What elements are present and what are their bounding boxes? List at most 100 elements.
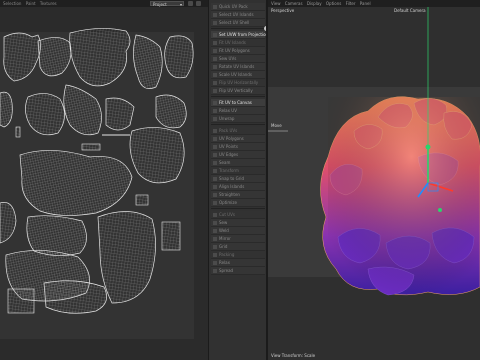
tool-item[interactable]: UV Edges [211,151,265,159]
tool-item[interactable]: UV Points [211,143,265,151]
uv-editor-panel: Selection Paint Textures Project ▾ [0,0,208,360]
tool-item[interactable]: Unwrap [211,115,265,123]
viewport-scene[interactable]: Perspective Default Camera Move View Tra… [268,7,480,360]
uv-island [69,28,131,87]
tool-item[interactable]: Fit UV Islands [211,39,265,47]
tool-item[interactable]: Scale UV Islands [211,71,265,79]
tool-item[interactable]: Align Islands [211,183,265,191]
tool-item[interactable]: Fit UV to Canvas [211,99,265,107]
uv-island [15,126,21,138]
tool-icon [213,177,217,181]
tool-item[interactable]: Relax [211,259,265,267]
status-text: View Transform: Scale [271,353,316,358]
tool-icon [213,269,217,273]
uv-island [3,32,41,82]
tool-item-label: Transform [219,168,239,173]
tool-item-label: Align Islands [219,184,245,189]
tool-item-label: Sew [219,220,228,225]
tool-item[interactable]: Rotate UV Islands [211,63,265,71]
tool-item[interactable]: Seam [211,159,265,167]
display-settings-icon[interactable] [196,1,201,6]
tool-icon [213,193,217,197]
tool-item[interactable]: Grid [211,243,265,251]
tool-item[interactable]: Relax UV [211,107,265,115]
tool-item[interactable]: Flip UV Horizontally [211,79,265,87]
uv-island [63,84,102,136]
tool-item-label: Fit UV Islands [219,40,246,45]
tool-item[interactable]: Weld [211,227,265,235]
tool-item[interactable]: Straighten [211,191,265,199]
uv-island [164,35,194,79]
tool-item-label: Weld [219,228,229,233]
tool-item-label: Optimize [219,200,237,205]
menu-textures[interactable]: Textures [40,0,57,7]
tool-item-label: Select UV Islands [219,12,254,17]
tool-item[interactable]: Quick UV Pack [211,3,265,11]
tool-icon [213,237,217,241]
tool-item[interactable]: Snap to Grid [211,175,265,183]
tool-item[interactable]: Transform [211,167,265,175]
tool-icon [213,73,217,77]
tool-item[interactable]: UV Polygons [211,135,265,143]
uv-island [26,215,87,256]
3d-viewport[interactable]: View Cameras Display Options Filter Pane… [268,0,480,360]
tool-item[interactable]: Mirror [211,235,265,243]
tool-icon [213,5,217,9]
menu-display[interactable]: Display [307,0,322,7]
menu-panel[interactable]: Panel [360,0,371,7]
tool-icon [213,101,217,105]
tool-icon [213,81,217,85]
uv-island [25,93,65,136]
tool-icon [213,57,217,61]
tool-icon [213,109,217,113]
tool-icon [213,89,217,93]
tool-item-label: Relax UV [219,108,237,113]
uv-canvas[interactable] [0,7,208,360]
tool-icon [213,229,217,233]
uv-island [129,127,185,184]
uv-island [155,94,187,129]
tool-separator [211,96,265,97]
tool-icon [213,129,217,133]
tool-item[interactable]: Sew UVs [211,55,265,63]
tool-item-label: Unwrap [219,116,235,121]
tool-item-label: UV Points [219,144,238,149]
uv-island [43,280,107,314]
tool-icon [213,169,217,173]
tool-item-label: UV Polygons [219,136,244,141]
tool-item-label: Flip UV Vertically [219,88,253,93]
tool-icon [213,161,217,165]
tool-separator [211,208,265,209]
uv-island [19,150,133,216]
tool-item-label: Relax [219,260,230,265]
tool-item[interactable]: Flip UV Vertically [211,87,265,95]
tool-item[interactable]: Select UV Islands [211,11,265,19]
tool-item[interactable]: Select UV Shell [211,19,265,27]
menu-paint[interactable]: Paint [26,0,36,7]
menu-filter[interactable]: Filter [346,0,356,7]
axis-label: Move [271,123,282,128]
tool-separator [211,124,265,125]
uv-island [81,143,101,151]
tool-item-label: Fit UV to Canvas [219,100,252,105]
tool-item[interactable]: Optimize [211,199,265,207]
menu-selection[interactable]: Selection [3,0,21,7]
tool-item[interactable]: Sew [211,219,265,227]
tool-item[interactable]: Fit UV Polygons [211,47,265,55]
tool-item[interactable]: Spread [211,267,265,275]
tool-item[interactable]: Packing [211,251,265,259]
tool-icon [213,261,217,265]
tool-item[interactable]: Set UVW from Projection [211,31,266,39]
tool-item-label: Packing [219,252,235,257]
tool-item-label: Pack UVs [219,128,238,133]
tool-item[interactable]: Cut UVs [211,211,265,219]
menu-view[interactable]: View [271,0,281,7]
camera-label[interactable]: Default Camera [394,8,426,13]
project-dropdown[interactable]: Project ▾ [150,1,184,7]
menu-options[interactable]: Options [326,0,341,7]
tool-item-label: Quick UV Pack [219,4,248,9]
tool-item[interactable]: Pack UVs [211,127,265,135]
menu-cameras[interactable]: Cameras [285,0,303,7]
view-options-icon[interactable] [188,1,193,6]
tool-item-label: Spread [219,268,234,273]
